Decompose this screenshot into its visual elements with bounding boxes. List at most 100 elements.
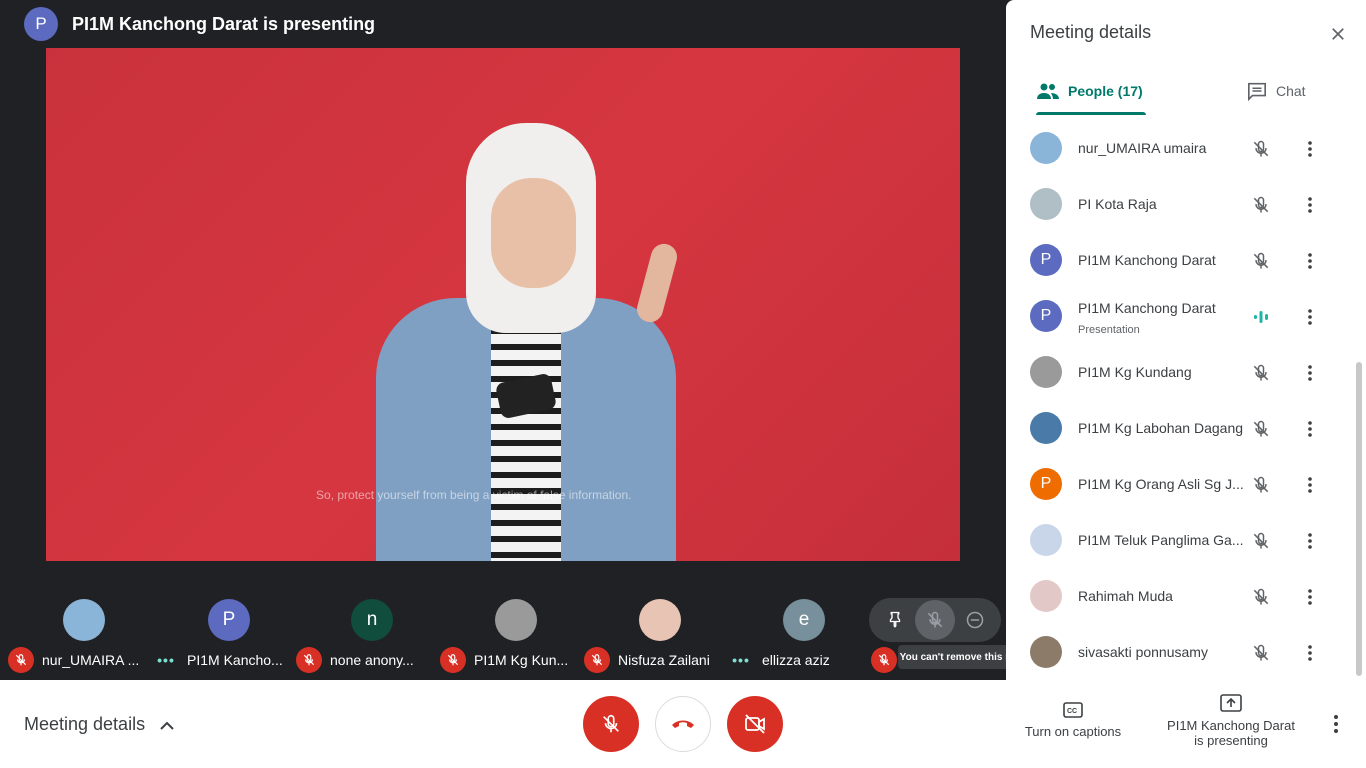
presenting-line-2: is presenting xyxy=(1194,733,1268,748)
meeting-details-toggle[interactable]: Meeting details xyxy=(24,714,175,735)
pin-button[interactable] xyxy=(875,600,915,640)
participant-label: none anony... xyxy=(296,647,414,673)
tab-people[interactable]: People (17) xyxy=(1036,66,1143,116)
close-panel-button[interactable] xyxy=(1324,20,1352,48)
speaking-dots-icon: ••• xyxy=(732,652,750,668)
participant-avatar xyxy=(495,599,537,641)
people-list-item[interactable]: PI1M Teluk Panglima Ga... xyxy=(1006,512,1366,568)
participant-label: ••• PI1M Kancho... xyxy=(153,647,283,673)
person-name: PI1M Kg Kundang xyxy=(1078,364,1192,380)
participant-avatar: n xyxy=(351,599,393,641)
participant-label: ••• ellizza aziz xyxy=(728,647,830,673)
person-avatar xyxy=(1030,188,1062,220)
mic-off-icon[interactable] xyxy=(1248,640,1274,666)
person-avatar xyxy=(1030,524,1062,556)
participant-name: none anony... xyxy=(330,652,414,668)
person-avatar: P xyxy=(1030,300,1062,332)
more-vert-icon[interactable] xyxy=(1300,304,1320,330)
mic-off-icon[interactable] xyxy=(1248,584,1274,610)
main-stage: P PI1M Kanchong Darat is presenting So, … xyxy=(0,0,1058,680)
participant-avatar: e xyxy=(783,599,825,641)
mic-off-icon[interactable] xyxy=(1248,360,1274,386)
more-options-button[interactable] xyxy=(1326,710,1346,738)
participant-avatar: P xyxy=(208,599,250,641)
participant-tile[interactable]: e ••• ellizza aziz xyxy=(728,599,868,679)
presenting-label: PI1M Kanchong Darat is presenting xyxy=(1167,718,1295,748)
mic-off-icon[interactable] xyxy=(1248,528,1274,554)
more-vert-icon[interactable] xyxy=(1300,528,1320,554)
more-vert-icon[interactable] xyxy=(1300,192,1320,218)
person-avatar xyxy=(1030,636,1062,668)
participant-tile[interactable]: PI1M Kg Kun... xyxy=(440,599,580,679)
mic-off-icon[interactable] xyxy=(1248,136,1274,162)
people-list-item[interactable]: nur_UMAIRA umaira xyxy=(1006,120,1366,176)
present-screen-icon xyxy=(1220,694,1242,712)
participant-name: ellizza aziz xyxy=(762,652,830,668)
people-list-item[interactable]: P PI1M Kanchong Darat Presentation xyxy=(1006,288,1366,344)
person-avatar xyxy=(1030,412,1062,444)
mic-off-icon[interactable] xyxy=(1248,248,1274,274)
participant-tile[interactable]: Nisfuza Zailani xyxy=(584,599,724,679)
remove-circle-icon xyxy=(966,611,984,629)
tab-chat[interactable]: Chat xyxy=(1246,66,1306,116)
people-list-item[interactable]: PI1M Kg Labohan Dagang xyxy=(1006,400,1366,456)
mic-off-icon xyxy=(296,647,322,673)
more-vert-icon[interactable] xyxy=(1300,248,1320,274)
participant-tile[interactable]: P ••• PI1M Kancho... xyxy=(153,599,293,679)
mic-off-icon xyxy=(871,647,897,673)
tab-chat-label: Chat xyxy=(1276,83,1306,99)
mic-off-icon xyxy=(8,647,34,673)
people-list-item[interactable]: P PI1M Kg Orang Asli Sg J... xyxy=(1006,456,1366,512)
participant-tile[interactable]: nur_UMAIRA ... xyxy=(8,599,148,679)
speaking-dots-icon: ••• xyxy=(157,652,175,668)
leave-call-button[interactable] xyxy=(655,696,711,752)
people-list-scrollbar[interactable] xyxy=(1356,362,1362,676)
person-name: Rahimah Muda xyxy=(1078,588,1173,604)
more-vert-icon[interactable] xyxy=(1300,472,1320,498)
people-list-item[interactable]: Rahimah Muda xyxy=(1006,568,1366,624)
participant-name: Nisfuza Zailani xyxy=(618,652,710,668)
participant-tile[interactable]: n none anony... xyxy=(296,599,436,679)
video-figure-shirt xyxy=(491,318,561,561)
presenting-button[interactable]: PI1M Kanchong Darat is presenting xyxy=(1150,694,1312,748)
participant-name: PI1M Kancho... xyxy=(187,652,283,668)
mic-off-icon xyxy=(603,714,619,733)
participant-avatar xyxy=(639,599,681,641)
tile-hover-controls xyxy=(869,598,1001,642)
tab-people-label: People (17) xyxy=(1068,83,1143,99)
remove-participant-button[interactable] xyxy=(955,600,995,640)
people-list-item[interactable]: P PI1M Kanchong Darat xyxy=(1006,232,1366,288)
more-vert-icon[interactable] xyxy=(1300,416,1320,442)
microphone-toggle-button[interactable] xyxy=(583,696,639,752)
person-name: PI1M Kg Orang Asli Sg J... xyxy=(1078,476,1244,492)
person-avatar: P xyxy=(1030,468,1062,500)
captions-button[interactable]: CC Turn on captions xyxy=(1013,702,1133,739)
people-list-item[interactable]: sivasakti ponnusamy xyxy=(1006,624,1366,676)
more-vert-icon[interactable] xyxy=(1300,584,1320,610)
camera-toggle-button[interactable] xyxy=(727,696,783,752)
person-name: PI1M Kanchong Darat xyxy=(1078,300,1216,316)
people-list-item[interactable]: PI Kota Raja xyxy=(1006,176,1366,232)
participant-label: nur_UMAIRA ... xyxy=(8,647,139,673)
people-list-item[interactable]: PI1M Kg Kundang xyxy=(1006,344,1366,400)
presenter-avatar: P xyxy=(24,7,58,41)
mute-participant-button[interactable] xyxy=(915,600,955,640)
presentation-video: So, protect yourself from being a victim… xyxy=(46,48,960,561)
mic-off-icon[interactable] xyxy=(1248,192,1274,218)
camera-off-icon xyxy=(745,714,765,734)
people-icon xyxy=(1037,83,1059,99)
participant-name: PI1M Kg Kun... xyxy=(474,652,569,668)
person-name: PI1M Teluk Panglima Ga... xyxy=(1078,532,1244,548)
speaking-indicator-icon[interactable] xyxy=(1248,304,1274,330)
more-vert-icon[interactable] xyxy=(1300,136,1320,162)
person-name: sivasakti ponnusamy xyxy=(1078,644,1208,660)
person-avatar xyxy=(1030,132,1062,164)
mic-off-icon[interactable] xyxy=(1248,472,1274,498)
more-vert-icon[interactable] xyxy=(1300,640,1320,666)
person-avatar xyxy=(1030,356,1062,388)
more-vert-icon[interactable] xyxy=(1300,360,1320,386)
mic-off-icon[interactable] xyxy=(1248,416,1274,442)
participant-label: PI1M Kg Kun... xyxy=(440,647,568,673)
panel-tabs: People (17) Chat xyxy=(1006,66,1366,116)
svg-text:CC: CC xyxy=(1067,708,1077,715)
